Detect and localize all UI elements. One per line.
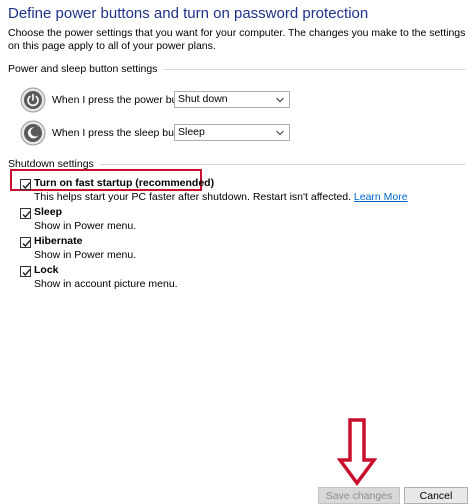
lock-checkbox[interactable] [20,266,31,277]
checkmark-icon [22,269,31,277]
section-divider [99,163,466,165]
fast-startup-label: Turn on fast startup (recommended) [34,177,215,189]
sleep-checkbox[interactable] [20,208,31,219]
checkmark-icon [22,182,31,190]
power-button-row: When I press the power button: [20,87,198,113]
lock-label: Lock [34,264,59,276]
page-description: Choose the power settings that you want … [8,27,466,52]
sleep-description: Show in Power menu. [34,220,137,232]
arrow-down-icon [337,418,377,486]
section-heading-text: Power and sleep button settings [8,63,158,75]
hibernate-label: Hibernate [34,235,83,247]
power-sleep-section-heading: Power and sleep button settings [8,63,466,75]
power-icon [20,87,46,113]
sleep-button-select-value: Sleep [178,126,205,138]
moon-icon [20,120,46,146]
fast-startup-checkbox[interactable] [20,179,31,190]
fast-startup-desc-text: This helps start your PC faster after sh… [34,191,351,203]
checkmark-icon [22,211,31,219]
sleep-button-row: When I press the sleep button: [20,120,194,146]
section-divider [163,68,466,70]
save-changes-button[interactable]: Save changes [318,487,400,504]
hibernate-description: Show in Power menu. [34,249,137,261]
fast-startup-description: This helps start your PC faster after sh… [34,191,408,203]
checkmark-icon [22,240,31,248]
chevron-down-icon [276,130,284,136]
sleep-label: Sleep [34,206,63,218]
learn-more-link[interactable]: Learn More [354,191,408,203]
lock-description: Show in account picture menu. [34,278,178,290]
hibernate-checkbox[interactable] [20,237,31,248]
power-button-select[interactable]: Shut down [174,91,290,108]
chevron-down-icon [276,97,284,103]
power-button-select-value: Shut down [178,93,228,105]
cancel-button[interactable]: Cancel [404,487,468,504]
sleep-button-select[interactable]: Sleep [174,124,290,141]
page-title: Define power buttons and turn on passwor… [8,5,369,22]
